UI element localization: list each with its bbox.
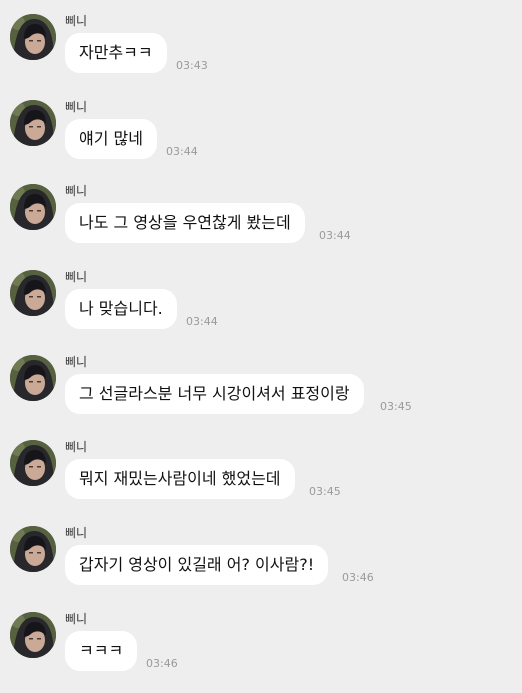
profile-photo-icon[interactable] xyxy=(10,14,56,60)
profile-photo-icon[interactable] xyxy=(10,270,56,316)
sender-name: 삐니 xyxy=(65,355,88,369)
message-row: 삐니 얘기 많네 03:44 xyxy=(0,100,522,180)
profile-photo-icon[interactable] xyxy=(10,184,56,230)
message-row: 삐니 그 선글라스분 너무 시강이셔서 표정이랑 03:45 xyxy=(0,355,522,435)
message-timestamp: 03:44 xyxy=(166,145,198,158)
message-bubble[interactable]: 뭐지 재밌는사람이네 했었는데 xyxy=(65,459,295,499)
message-timestamp: 03:45 xyxy=(309,485,341,498)
message-bubble[interactable]: 갑자기 영상이 있길래 어? 이사람?! xyxy=(65,545,329,585)
message-row: 삐니 뭐지 재밌는사람이네 했었는데 03:45 xyxy=(0,440,522,520)
chat-message-list[interactable]: 삐니 자만추ㅋㅋ 03:43 삐니 얘기 많네 03:44 삐니 나도 그 영상… xyxy=(0,0,522,693)
profile-photo-icon[interactable] xyxy=(10,612,56,658)
message-timestamp: 03:45 xyxy=(380,400,412,413)
message-row: 삐니 나 맞습니다. 03:44 xyxy=(0,270,522,350)
message-timestamp: 03:43 xyxy=(176,59,208,72)
message-bubble[interactable]: 자만추ㅋㅋ xyxy=(65,33,167,73)
message-timestamp: 03:44 xyxy=(319,229,351,242)
sender-name: 삐니 xyxy=(65,526,88,540)
sender-name: 삐니 xyxy=(65,14,88,28)
message-timestamp: 03:44 xyxy=(186,315,218,328)
sender-name: 삐니 xyxy=(65,100,88,114)
message-row: 삐니 ㅋㅋㅋ 03:46 xyxy=(0,612,522,692)
message-row: 삐니 갑자기 영상이 있길래 어? 이사람?! 03:46 xyxy=(0,526,522,606)
sender-name: 삐니 xyxy=(65,184,88,198)
message-row: 삐니 자만추ㅋㅋ 03:43 xyxy=(0,14,522,94)
profile-photo-icon[interactable] xyxy=(10,440,56,486)
message-bubble[interactable]: ㅋㅋㅋ xyxy=(65,631,138,671)
message-bubble[interactable]: 나 맞습니다. xyxy=(65,289,177,329)
message-timestamp: 03:46 xyxy=(146,657,178,670)
message-timestamp: 03:46 xyxy=(342,571,374,584)
sender-name: 삐니 xyxy=(65,270,88,284)
message-bubble[interactable]: 그 선글라스분 너무 시강이셔서 표정이랑 xyxy=(65,374,364,414)
profile-photo-icon[interactable] xyxy=(10,526,56,572)
message-row: 삐니 나도 그 영상을 우연찮게 봤는데 03:44 xyxy=(0,184,522,264)
message-bubble[interactable]: 나도 그 영상을 우연찮게 봤는데 xyxy=(65,203,305,243)
profile-photo-icon[interactable] xyxy=(10,355,56,401)
message-bubble[interactable]: 얘기 많네 xyxy=(65,119,157,159)
sender-name: 삐니 xyxy=(65,440,88,454)
profile-photo-icon[interactable] xyxy=(10,100,56,146)
sender-name: 삐니 xyxy=(65,612,88,626)
